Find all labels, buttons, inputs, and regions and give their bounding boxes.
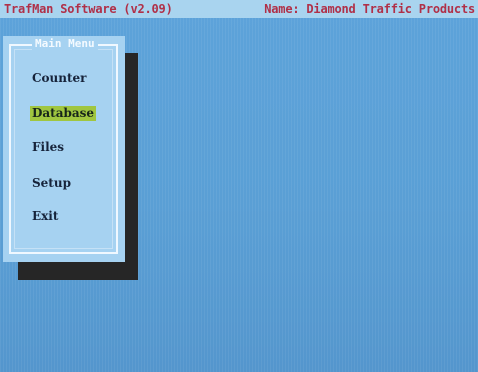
company-name: Name: Diamond Traffic Products	[264, 2, 475, 16]
menu-item-counter[interactable]: Counter	[30, 71, 89, 86]
title-bar: TrafMan Software (v2.09) Name: Diamond T…	[0, 0, 478, 18]
menu-item-exit[interactable]: Exit	[30, 209, 60, 224]
menu-item-files[interactable]: Files	[30, 140, 66, 155]
main-menu-panel: Main Menu Counter Database Files Setup E…	[3, 36, 125, 262]
app-title: TrafMan Software (v2.09)	[4, 2, 173, 16]
menu-title: Main Menu	[32, 37, 98, 50]
menu-item-database[interactable]: Database	[30, 106, 97, 121]
menu-item-setup[interactable]: Setup	[30, 176, 73, 191]
